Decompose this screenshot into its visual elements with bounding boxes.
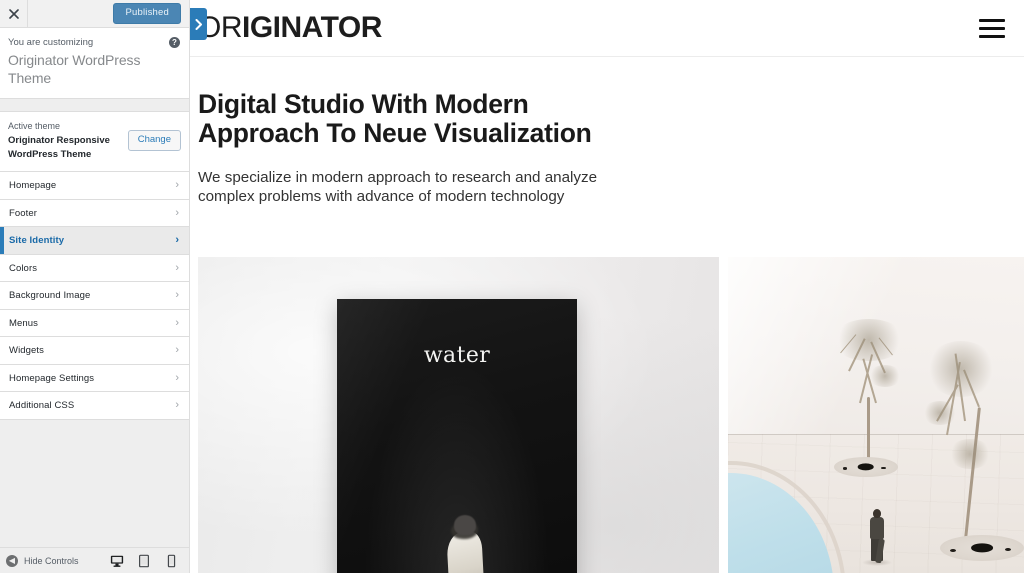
planter-drain xyxy=(881,466,886,469)
book-cover: water xyxy=(337,299,577,573)
sidebar-item-label: Homepage Settings xyxy=(9,372,95,384)
site-logo-suffix: IGINATOR xyxy=(242,11,382,44)
hero-heading: Digital Studio With Modern Approach To N… xyxy=(198,89,592,149)
chevron-right-icon: › xyxy=(175,234,179,247)
chevron-right-icon: › xyxy=(175,289,179,302)
close-icon[interactable] xyxy=(0,0,28,27)
collapse-sidebar-button[interactable] xyxy=(190,8,207,40)
planter-hole xyxy=(857,463,875,471)
hamburger-bar xyxy=(979,18,1005,22)
chevron-right-icon: › xyxy=(175,371,179,384)
sidebar-gap xyxy=(0,99,189,112)
planter-hole xyxy=(970,543,993,553)
chevron-right-icon: › xyxy=(175,206,179,219)
gallery-item-water-book[interactable]: water xyxy=(198,257,719,573)
tree-right-foliage xyxy=(925,341,996,397)
customizer-sidebar: Published You are customizing Originator… xyxy=(0,0,207,573)
gallery-section: water xyxy=(198,257,1024,573)
book-cover-title: water xyxy=(423,343,491,368)
active-theme-label: Active theme xyxy=(8,121,61,132)
customizer-footer: ◀ Hide Controls xyxy=(0,547,189,573)
sidebar-item-label: Background Image xyxy=(9,290,91,302)
site-header: ORIGINATOR xyxy=(190,0,1024,57)
help-icon[interactable]: ? xyxy=(169,37,180,48)
tree-right-planter xyxy=(939,535,1024,561)
tree-left-planter xyxy=(833,457,898,477)
planter-drain xyxy=(842,467,848,470)
site-preview: ORIGINATOR Digital Studio With Modern Ap… xyxy=(190,0,1024,573)
sidebar-item-footer[interactable]: Footer › xyxy=(0,199,189,228)
sidebar-item-homepage-settings[interactable]: Homepage Settings › xyxy=(0,364,189,393)
tree-left-foliage xyxy=(867,365,902,387)
man-head xyxy=(872,509,881,518)
customizer-topbar: Published xyxy=(0,0,189,28)
hide-controls-button[interactable]: ◀ Hide Controls xyxy=(6,554,110,567)
hero-subheading: We specialize in modern approach to rese… xyxy=(198,169,598,206)
chevron-right-icon: › xyxy=(175,179,179,192)
active-theme-panel: Active theme Originator Responsive WordP… xyxy=(0,111,189,173)
chevron-right-icon: › xyxy=(175,316,179,329)
customizer-screen: Published You are customizing Originator… xyxy=(0,0,1024,573)
plaza-photo xyxy=(727,257,1024,573)
collapse-left-icon: ◀ xyxy=(6,554,18,567)
desktop-icon xyxy=(110,555,124,567)
walking-man xyxy=(861,509,892,567)
customizer-header: You are customizing Originator WordPress… xyxy=(0,28,189,100)
sidebar-item-label: Site Identity xyxy=(9,235,65,247)
chevron-right-icon xyxy=(195,18,202,30)
chevron-right-icon: › xyxy=(175,261,179,274)
sidebar-empty-area xyxy=(0,419,189,547)
gallery-item-plaza[interactable] xyxy=(727,257,1024,573)
active-theme-meta: Active theme Originator Responsive WordP… xyxy=(8,120,128,161)
hamburger-bar xyxy=(979,34,1005,38)
sidebar-item-label: Menus xyxy=(9,317,39,329)
seated-figure xyxy=(441,515,493,573)
chevron-right-icon: › xyxy=(175,399,179,412)
sidebar-item-colors[interactable]: Colors › xyxy=(0,254,189,283)
desktop-preview-button[interactable] xyxy=(110,554,124,568)
mobile-icon xyxy=(167,554,175,567)
sidebar-item-label: Homepage xyxy=(9,180,57,192)
sidebar-item-background-image[interactable]: Background Image › xyxy=(0,282,189,310)
device-preview-switcher xyxy=(110,554,182,568)
customizer-section-list: Homepage › Footer › Site Identity › Colo… xyxy=(0,172,189,420)
sidebar-item-label: Footer xyxy=(9,207,38,219)
man-torso xyxy=(869,517,884,539)
hamburger-bar xyxy=(979,26,1005,30)
planter-drain xyxy=(1005,548,1012,552)
sidebar-item-widgets[interactable]: Widgets › xyxy=(0,337,189,365)
change-theme-button[interactable]: Change xyxy=(127,130,181,151)
page-title: Originator WordPress Theme xyxy=(8,52,141,86)
sidebar-item-site-identity[interactable]: Site Identity › xyxy=(0,227,189,255)
tree-right-foliage xyxy=(921,401,958,425)
hide-controls-label: Hide Controls xyxy=(24,555,79,566)
sidebar-item-additional-css[interactable]: Additional CSS › xyxy=(0,392,189,420)
sidebar-item-label: Colors xyxy=(9,262,38,274)
tablet-icon xyxy=(139,554,149,567)
mobile-preview-button[interactable] xyxy=(164,554,178,568)
site-logo[interactable]: ORIGINATOR xyxy=(198,13,382,43)
hero-section: Digital Studio With Modern Approach To N… xyxy=(190,57,1024,207)
figure-hair xyxy=(454,515,476,535)
tablet-preview-button[interactable] xyxy=(137,554,151,568)
customizing-label: You are customizing xyxy=(8,37,94,48)
plaza-horizon-line xyxy=(727,433,1024,435)
active-theme-name: Originator Responsive WordPress Theme xyxy=(8,134,110,160)
planter-drain xyxy=(949,549,956,553)
sidebar-item-homepage[interactable]: Homepage › xyxy=(0,172,189,200)
hamburger-menu-icon[interactable] xyxy=(979,18,1005,38)
tree-left-foliage xyxy=(831,319,906,361)
sidebar-item-label: Additional CSS xyxy=(9,400,75,412)
tree-right-foliage xyxy=(947,439,992,469)
publish-button[interactable]: Published xyxy=(113,3,181,24)
chevron-right-icon: › xyxy=(175,344,179,357)
sidebar-item-menus[interactable]: Menus › xyxy=(0,309,189,338)
sidebar-item-label: Widgets xyxy=(9,345,45,357)
